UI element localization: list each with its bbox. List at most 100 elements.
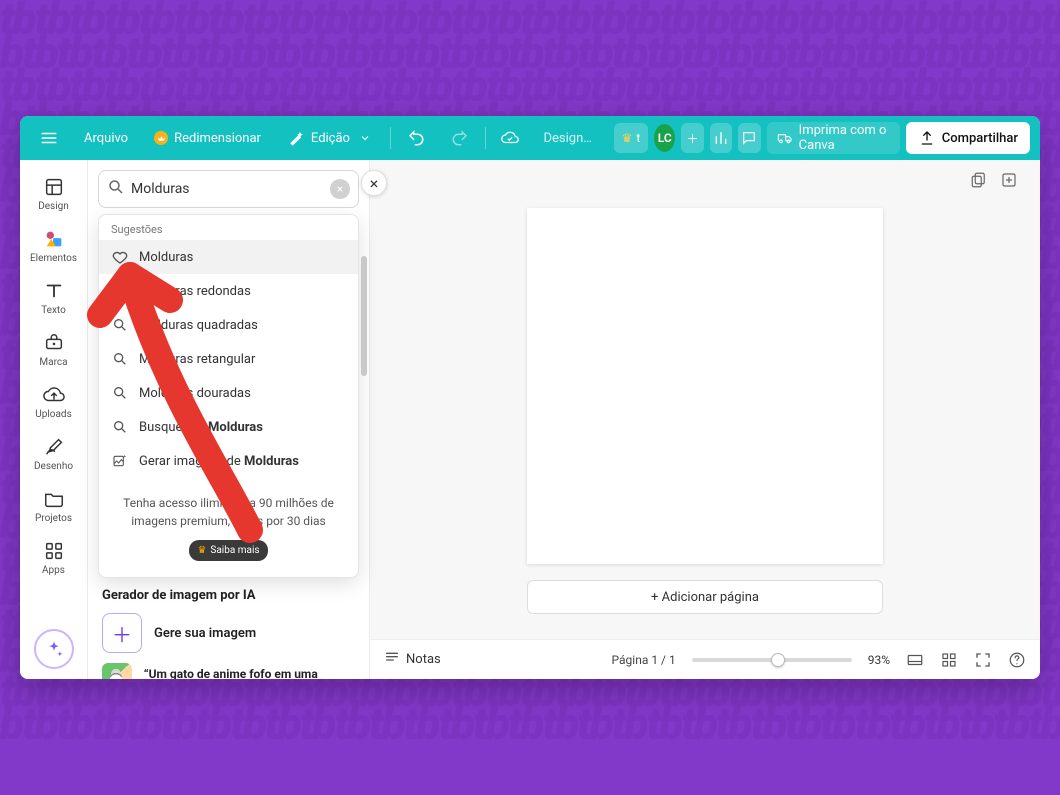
promo-cta[interactable]: ♛ Saiba mais xyxy=(189,540,267,561)
avatar[interactable]: LC xyxy=(654,124,675,152)
edit-label: Edição xyxy=(311,131,350,146)
rail-label: Elementos xyxy=(30,253,77,264)
suggest-generate[interactable]: Gerar imagens de Molduras xyxy=(99,444,358,478)
close-icon: × xyxy=(370,174,379,193)
apps-icon xyxy=(43,540,65,562)
suggest-heading: Sugestões xyxy=(99,215,358,240)
promo-block: Tenha acesso ilimitado a 90 milhões de i… xyxy=(99,478,358,577)
grid-view-button[interactable] xyxy=(906,651,924,669)
pencil-icon xyxy=(43,436,65,458)
brand-icon xyxy=(43,332,65,354)
rail-label: Projetos xyxy=(35,513,72,524)
analytics-button[interactable] xyxy=(710,123,732,153)
comment-icon xyxy=(740,129,758,147)
pager: Página 1 / 1 xyxy=(612,653,676,667)
print-button[interactable]: Imprima com o Canva xyxy=(767,122,900,154)
duplicate-page-button[interactable] xyxy=(970,171,988,189)
plus-icon: ＋ xyxy=(686,130,698,147)
heart-outline-icon xyxy=(111,248,129,266)
app-window: Arquivo Redimensionar Edição Design se..… xyxy=(20,116,1040,679)
rail-text[interactable]: Texto xyxy=(26,274,82,322)
notes-button[interactable]: Notas xyxy=(384,650,441,670)
suggest-search-all[interactable]: Busque por Molduras xyxy=(99,410,358,444)
crown-icon: ♛ xyxy=(197,543,206,558)
rail-elements[interactable]: Elementos xyxy=(26,222,82,270)
suggest-label: Molduras retangular xyxy=(139,352,255,367)
folder-icon xyxy=(43,488,65,510)
divider xyxy=(390,127,391,149)
rail-brand[interactable]: Marca xyxy=(26,326,82,374)
search-icon xyxy=(111,384,129,402)
shapes-icon xyxy=(43,228,65,250)
chevron-down-icon xyxy=(356,129,374,147)
search-icon xyxy=(111,282,129,300)
magic-button[interactable] xyxy=(34,629,74,669)
bar-chart-icon xyxy=(712,129,730,147)
file-label: Arquivo xyxy=(84,131,128,146)
resize-button[interactable]: Redimensionar xyxy=(144,122,271,154)
suggest-item[interactable]: Molduras retangular xyxy=(99,342,358,376)
suggest-item[interactable]: Molduras quadradas xyxy=(99,308,358,342)
zoom-value: 93% xyxy=(868,653,890,667)
sparkle-icon xyxy=(44,639,64,659)
layout-icon xyxy=(43,176,65,198)
rail-design[interactable]: Design xyxy=(26,170,82,218)
add-member-button[interactable]: ＋ xyxy=(681,123,703,153)
canvas-page[interactable] xyxy=(527,208,883,564)
redo-icon xyxy=(451,129,469,147)
suggest-label: Molduras redondas xyxy=(139,284,251,299)
file-menu[interactable]: Arquivo xyxy=(74,122,138,154)
add-page-icon-button[interactable] xyxy=(1000,171,1018,189)
rail-label: Design xyxy=(38,201,69,212)
search-icon xyxy=(107,178,125,200)
share-button[interactable]: Compartilhar xyxy=(906,122,1030,154)
search-icon xyxy=(111,418,129,436)
suggest-item[interactable]: Molduras xyxy=(99,240,358,274)
cloud-check-icon xyxy=(501,129,519,147)
edit-menu[interactable]: Edição xyxy=(277,122,384,154)
rail-uploads[interactable]: Uploads xyxy=(26,378,82,426)
fullscreen-button[interactable] xyxy=(974,651,992,669)
suggest-label: Molduras quadradas xyxy=(139,318,258,333)
search-box[interactable]: × xyxy=(98,170,359,208)
thumbnail-view-button[interactable] xyxy=(940,651,958,669)
cloud-sync-button[interactable] xyxy=(491,122,529,154)
text-icon xyxy=(43,280,65,302)
suggest-item[interactable]: Molduras douradas xyxy=(99,376,358,410)
side-rail: Design Elementos Texto Marca Uploads Des… xyxy=(20,160,88,679)
rail-projects[interactable]: Projetos xyxy=(26,482,82,530)
topbar: Arquivo Redimensionar Edição Design se..… xyxy=(20,116,1040,160)
rail-apps[interactable]: Apps xyxy=(26,534,82,582)
sample-prompt[interactable]: “Um gato de anime fofo em uma floresta c… xyxy=(102,663,355,679)
try-pro-button[interactable]: ♛ t xyxy=(614,123,649,153)
upload-icon xyxy=(918,129,936,147)
comment-button[interactable] xyxy=(738,123,760,153)
crown-icon xyxy=(154,131,168,145)
zoom-slider[interactable] xyxy=(692,658,852,662)
design-name[interactable]: Design se... xyxy=(535,131,601,146)
sample-thumbnail xyxy=(102,663,132,679)
help-button[interactable] xyxy=(1008,651,1026,669)
add-page-button[interactable]: + Adicionar página xyxy=(527,580,883,614)
slider-thumb[interactable] xyxy=(771,653,785,667)
scrollbar[interactable] xyxy=(361,256,367,376)
promo-text: Tenha acesso ilimitado a 90 milhões de i… xyxy=(117,494,340,530)
ai-heading: Gerador de imagem por IA xyxy=(102,588,355,603)
clear-search-button[interactable]: × xyxy=(330,179,350,199)
canvas-toolbar xyxy=(370,160,1040,200)
rail-draw[interactable]: Desenho xyxy=(26,430,82,478)
suggest-item[interactable]: Molduras redondas xyxy=(99,274,358,308)
close-panel-button[interactable]: × xyxy=(361,170,387,196)
search-input[interactable] xyxy=(131,181,324,197)
rail-label: Uploads xyxy=(35,409,71,420)
promo-cta-label: Saiba mais xyxy=(210,543,259,558)
truck-icon xyxy=(777,129,793,147)
suggest-dropdown: Sugestões Molduras Molduras redondas Mol… xyxy=(98,214,359,578)
menu-button[interactable] xyxy=(30,122,68,154)
undo-button[interactable] xyxy=(397,122,435,154)
elements-panel: × × Sugestões Molduras xyxy=(88,160,370,679)
generate-button[interactable]: ＋ xyxy=(102,613,142,653)
print-label: Imprima com o Canva xyxy=(799,123,890,153)
redo-button[interactable] xyxy=(441,122,479,154)
undo-icon xyxy=(407,129,425,147)
